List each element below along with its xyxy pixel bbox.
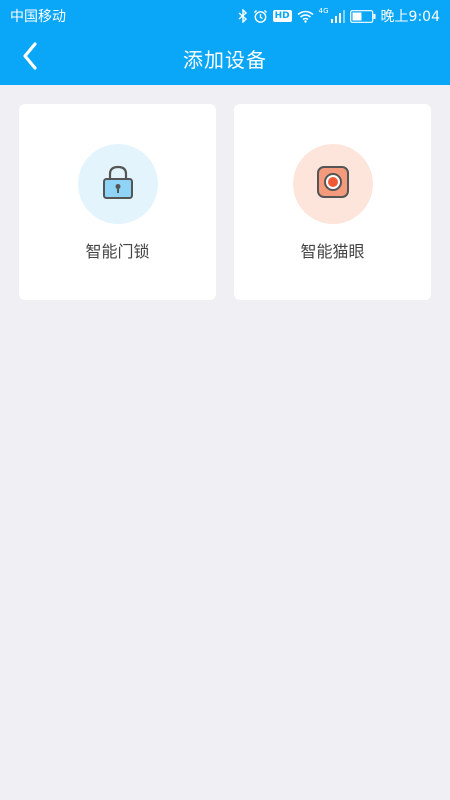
peephole-camera-icon <box>316 165 350 203</box>
nav-bar: 添加设备 <box>0 32 450 85</box>
device-card-smart-peephole[interactable]: 智能猫眼 <box>234 104 431 300</box>
device-card-smart-lock[interactable]: 智能门锁 <box>19 104 216 300</box>
clock-time: 晚上9:04 <box>380 9 440 25</box>
signal-icon <box>330 9 345 23</box>
lock-icon <box>101 164 135 204</box>
back-button[interactable] <box>10 38 50 78</box>
page-title: 添加设备 <box>183 48 267 72</box>
device-label: 智能猫眼 <box>300 242 365 261</box>
device-label: 智能门锁 <box>85 242 150 261</box>
network-type-badge: 4G <box>318 7 329 15</box>
hd-icon: HD <box>272 10 292 22</box>
alarm-icon <box>253 9 268 24</box>
carrier-name: 中国移动 <box>10 9 66 25</box>
chevron-left-icon <box>22 42 38 74</box>
battery-icon <box>349 9 376 23</box>
lock-icon-circle <box>77 144 158 224</box>
peephole-icon-circle <box>292 144 373 224</box>
device-grid: 智能门锁 智能猫眼 <box>19 104 431 300</box>
status-bar: 中国移动 HD 4G 晚上9:04 <box>0 0 450 32</box>
wifi-icon <box>297 10 314 23</box>
bluetooth-icon <box>238 9 248 23</box>
